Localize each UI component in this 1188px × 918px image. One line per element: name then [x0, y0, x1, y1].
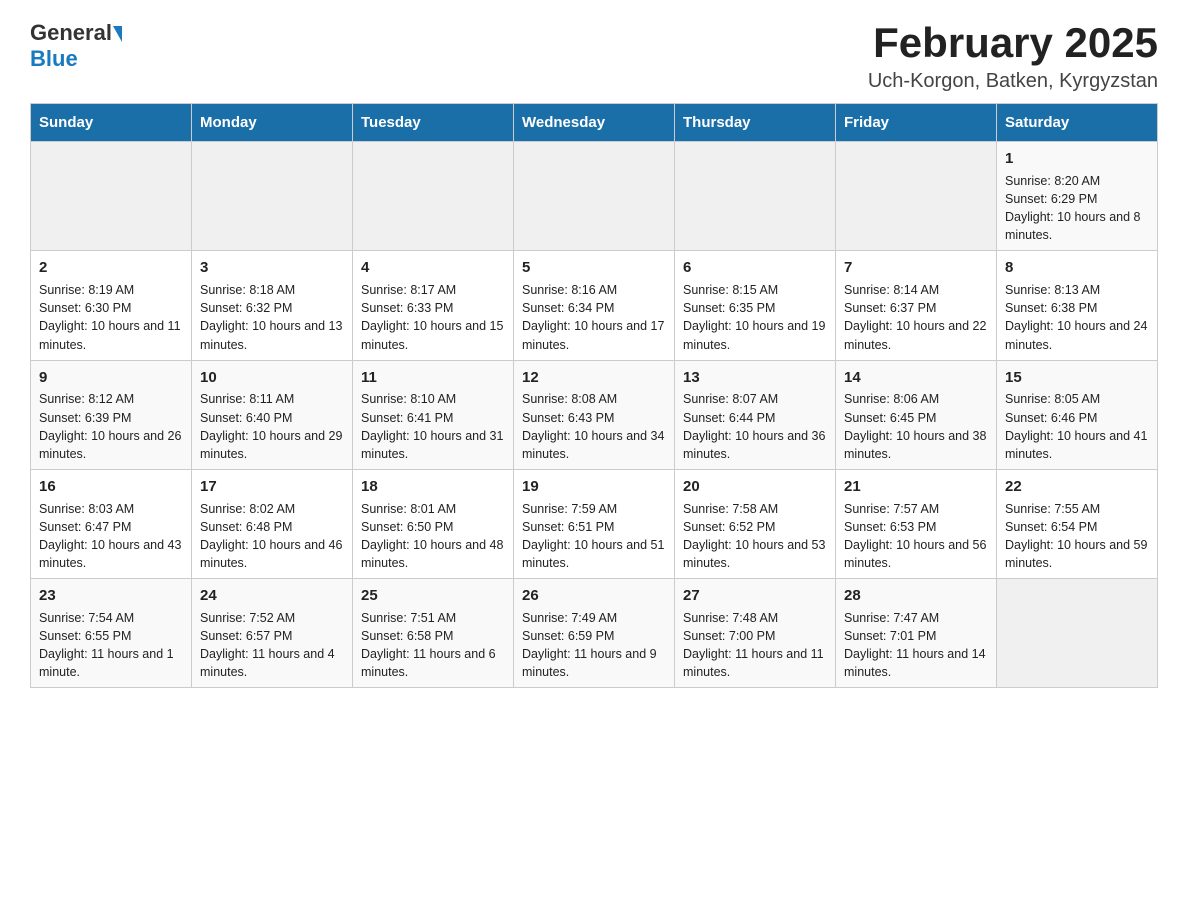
title-area: February 2025 Uch-Korgon, Batken, Kyrgyz… — [868, 20, 1158, 93]
day-header-thursday: Thursday — [675, 104, 836, 142]
calendar-cell: 15Sunrise: 8:05 AMSunset: 6:46 PMDayligh… — [997, 360, 1158, 469]
day-header-sunday: Sunday — [31, 104, 192, 142]
day-header-tuesday: Tuesday — [353, 104, 514, 142]
calendar-cell: 14Sunrise: 8:06 AMSunset: 6:45 PMDayligh… — [836, 360, 997, 469]
calendar-cell: 2Sunrise: 8:19 AMSunset: 6:30 PMDaylight… — [31, 251, 192, 360]
day-number: 26 — [522, 585, 666, 607]
calendar-cell: 10Sunrise: 8:11 AMSunset: 6:40 PMDayligh… — [192, 360, 353, 469]
calendar-cell: 8Sunrise: 8:13 AMSunset: 6:38 PMDaylight… — [997, 251, 1158, 360]
calendar-cell: 23Sunrise: 7:54 AMSunset: 6:55 PMDayligh… — [31, 579, 192, 688]
calendar-table: SundayMondayTuesdayWednesdayThursdayFrid… — [30, 103, 1158, 688]
day-number: 22 — [1005, 476, 1149, 498]
calendar-cell — [997, 579, 1158, 688]
calendar-cell: 24Sunrise: 7:52 AMSunset: 6:57 PMDayligh… — [192, 579, 353, 688]
calendar-cell: 12Sunrise: 8:08 AMSunset: 6:43 PMDayligh… — [514, 360, 675, 469]
day-number: 4 — [361, 257, 505, 279]
day-number: 1 — [1005, 148, 1149, 170]
day-number: 9 — [39, 367, 183, 389]
day-number: 17 — [200, 476, 344, 498]
day-number: 11 — [361, 367, 505, 389]
calendar-cell: 17Sunrise: 8:02 AMSunset: 6:48 PMDayligh… — [192, 469, 353, 578]
day-number: 6 — [683, 257, 827, 279]
calendar-cell: 11Sunrise: 8:10 AMSunset: 6:41 PMDayligh… — [353, 360, 514, 469]
day-header-saturday: Saturday — [997, 104, 1158, 142]
calendar-cell: 4Sunrise: 8:17 AMSunset: 6:33 PMDaylight… — [353, 251, 514, 360]
logo-general-text: General — [30, 20, 112, 46]
day-header-wednesday: Wednesday — [514, 104, 675, 142]
calendar-week-row: 1Sunrise: 8:20 AMSunset: 6:29 PMDaylight… — [31, 142, 1158, 251]
calendar-week-row: 2Sunrise: 8:19 AMSunset: 6:30 PMDaylight… — [31, 251, 1158, 360]
calendar-cell: 26Sunrise: 7:49 AMSunset: 6:59 PMDayligh… — [514, 579, 675, 688]
calendar-week-row: 16Sunrise: 8:03 AMSunset: 6:47 PMDayligh… — [31, 469, 1158, 578]
day-number: 18 — [361, 476, 505, 498]
calendar-cell: 5Sunrise: 8:16 AMSunset: 6:34 PMDaylight… — [514, 251, 675, 360]
day-number: 19 — [522, 476, 666, 498]
day-number: 12 — [522, 367, 666, 389]
calendar-cell: 16Sunrise: 8:03 AMSunset: 6:47 PMDayligh… — [31, 469, 192, 578]
day-number: 10 — [200, 367, 344, 389]
calendar-cell: 3Sunrise: 8:18 AMSunset: 6:32 PMDaylight… — [192, 251, 353, 360]
calendar-cell — [675, 142, 836, 251]
logo: General Blue — [30, 20, 122, 72]
calendar-week-row: 23Sunrise: 7:54 AMSunset: 6:55 PMDayligh… — [31, 579, 1158, 688]
month-title: February 2025 — [868, 20, 1158, 66]
calendar-cell: 7Sunrise: 8:14 AMSunset: 6:37 PMDaylight… — [836, 251, 997, 360]
calendar-cell: 1Sunrise: 8:20 AMSunset: 6:29 PMDaylight… — [997, 142, 1158, 251]
day-header-monday: Monday — [192, 104, 353, 142]
day-number: 21 — [844, 476, 988, 498]
calendar-cell — [353, 142, 514, 251]
day-number: 13 — [683, 367, 827, 389]
day-number: 16 — [39, 476, 183, 498]
calendar-cell — [514, 142, 675, 251]
day-number: 7 — [844, 257, 988, 279]
calendar-cell: 21Sunrise: 7:57 AMSunset: 6:53 PMDayligh… — [836, 469, 997, 578]
day-number: 8 — [1005, 257, 1149, 279]
calendar-week-row: 9Sunrise: 8:12 AMSunset: 6:39 PMDaylight… — [31, 360, 1158, 469]
calendar-cell: 9Sunrise: 8:12 AMSunset: 6:39 PMDaylight… — [31, 360, 192, 469]
calendar-cell — [31, 142, 192, 251]
location-title: Uch-Korgon, Batken, Kyrgyzstan — [868, 70, 1158, 93]
day-number: 14 — [844, 367, 988, 389]
calendar-cell: 25Sunrise: 7:51 AMSunset: 6:58 PMDayligh… — [353, 579, 514, 688]
calendar-cell: 20Sunrise: 7:58 AMSunset: 6:52 PMDayligh… — [675, 469, 836, 578]
day-number: 27 — [683, 585, 827, 607]
calendar-cell — [836, 142, 997, 251]
calendar-cell: 27Sunrise: 7:48 AMSunset: 7:00 PMDayligh… — [675, 579, 836, 688]
day-number: 28 — [844, 585, 988, 607]
day-number: 25 — [361, 585, 505, 607]
day-number: 2 — [39, 257, 183, 279]
day-number: 15 — [1005, 367, 1149, 389]
calendar-cell: 19Sunrise: 7:59 AMSunset: 6:51 PMDayligh… — [514, 469, 675, 578]
day-number: 3 — [200, 257, 344, 279]
day-number: 24 — [200, 585, 344, 607]
day-number: 23 — [39, 585, 183, 607]
calendar-cell: 13Sunrise: 8:07 AMSunset: 6:44 PMDayligh… — [675, 360, 836, 469]
page-header: General Blue February 2025 Uch-Korgon, B… — [30, 20, 1158, 93]
calendar-cell: 6Sunrise: 8:15 AMSunset: 6:35 PMDaylight… — [675, 251, 836, 360]
calendar-cell: 28Sunrise: 7:47 AMSunset: 7:01 PMDayligh… — [836, 579, 997, 688]
calendar-header-row: SundayMondayTuesdayWednesdayThursdayFrid… — [31, 104, 1158, 142]
calendar-cell: 18Sunrise: 8:01 AMSunset: 6:50 PMDayligh… — [353, 469, 514, 578]
day-number: 5 — [522, 257, 666, 279]
logo-blue-text: Blue — [30, 46, 78, 72]
calendar-cell: 22Sunrise: 7:55 AMSunset: 6:54 PMDayligh… — [997, 469, 1158, 578]
day-header-friday: Friday — [836, 104, 997, 142]
calendar-cell — [192, 142, 353, 251]
logo-arrow-icon — [113, 26, 122, 42]
day-number: 20 — [683, 476, 827, 498]
